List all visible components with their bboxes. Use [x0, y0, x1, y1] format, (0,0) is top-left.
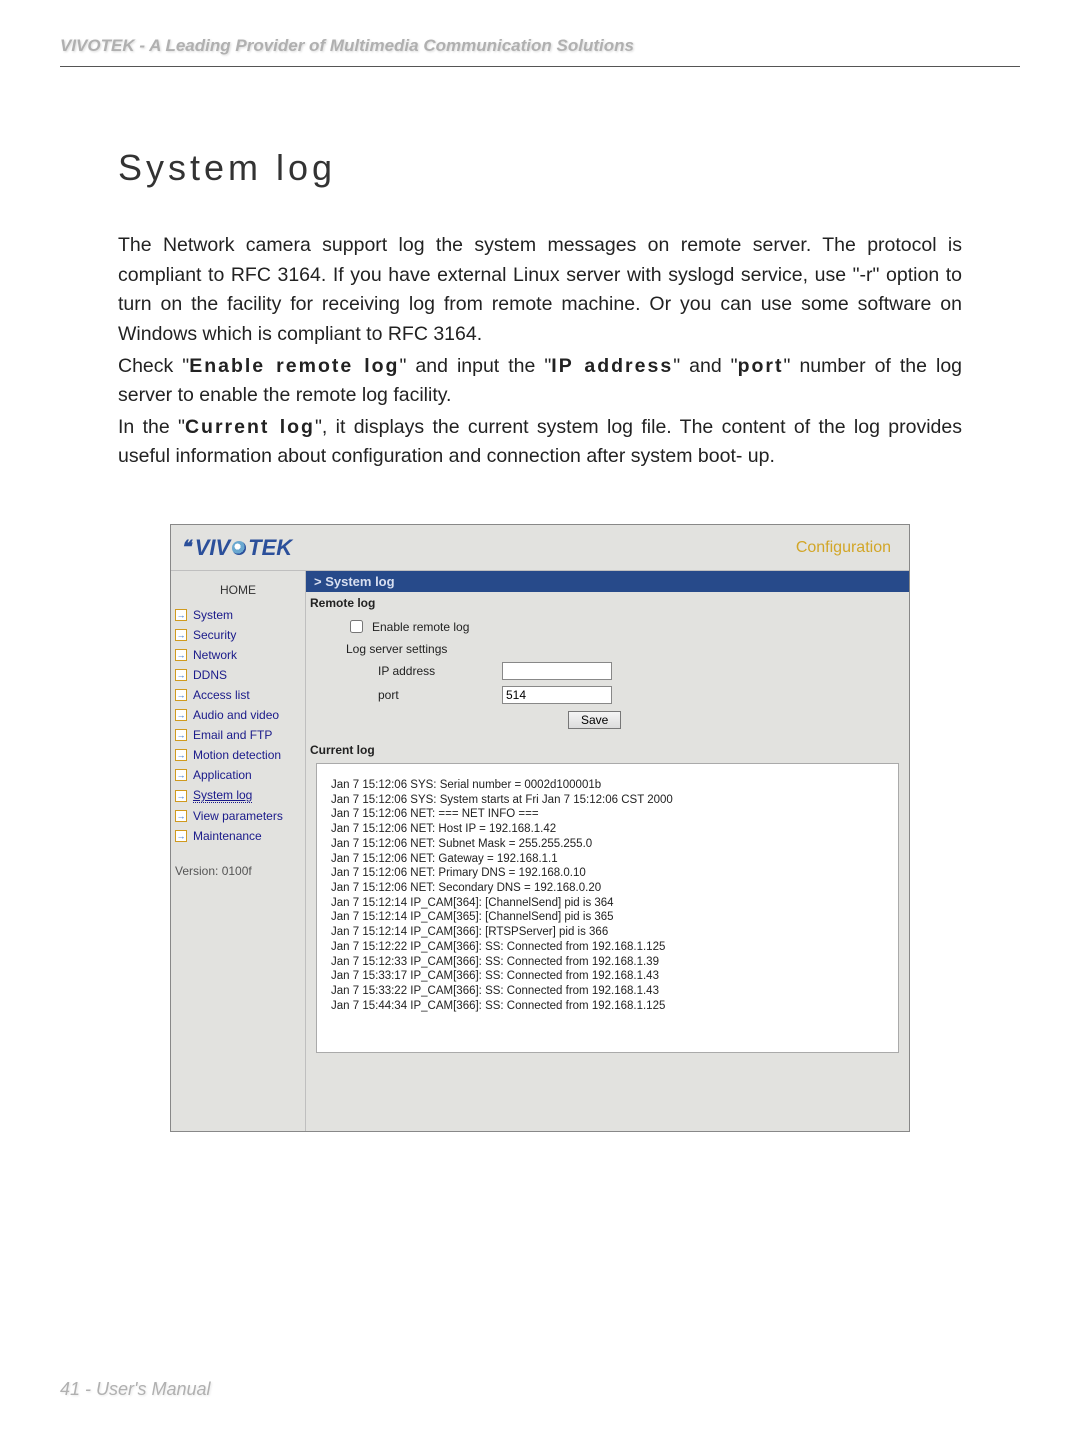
arrow-icon: → [175, 769, 187, 781]
sidebar-item-ddns[interactable]: →DDNS [171, 665, 305, 685]
arrow-icon: → [175, 669, 187, 681]
paragraph-1: The Network camera support log the syste… [118, 231, 962, 350]
arrow-icon: → [175, 810, 187, 822]
arrow-icon: → [175, 689, 187, 701]
eye-icon [232, 541, 246, 555]
sidebar: HOME →System →Security →Network →DDNS →A… [171, 571, 306, 1131]
doc-header: VIVOTEK - A Leading Provider of Multimed… [60, 36, 1020, 56]
enable-remote-log-label: Enable remote log [372, 620, 469, 634]
divider [60, 66, 1020, 67]
sidebar-item-view-parameters[interactable]: →View parameters [171, 806, 305, 826]
port-input[interactable] [502, 686, 612, 704]
home-link[interactable]: HOME [171, 575, 305, 605]
enable-remote-log-row: Enable remote log [346, 614, 909, 639]
sidebar-item-email-ftp[interactable]: →Email and FTP [171, 725, 305, 745]
sidebar-item-security[interactable]: →Security [171, 625, 305, 645]
ui-header: ❝ VIVTEK Configuration [171, 525, 909, 571]
sidebar-item-access-list[interactable]: →Access list [171, 685, 305, 705]
arrow-icon: → [175, 709, 187, 721]
arrow-icon: → [175, 629, 187, 641]
save-button[interactable]: Save [568, 711, 621, 729]
config-ui: ❝ VIVTEK Configuration HOME →System →Sec… [170, 524, 910, 1132]
paragraph-2: Check "Enable remote log" and input the … [118, 352, 962, 411]
arrow-icon: → [175, 790, 187, 802]
breadcrumb: > System log [306, 571, 909, 592]
sidebar-item-audio-video[interactable]: →Audio and video [171, 705, 305, 725]
ip-address-label: IP address [346, 664, 496, 678]
remote-log-heading: Remote log [306, 592, 909, 612]
sidebar-item-application[interactable]: →Application [171, 765, 305, 785]
paragraph-3: In the "Current log", it displays the cu… [118, 413, 962, 472]
arrow-icon: → [175, 729, 187, 741]
port-label: port [346, 688, 496, 702]
sidebar-item-network[interactable]: →Network [171, 645, 305, 665]
current-log-heading: Current log [306, 739, 909, 759]
leaf-icon: ❝ [181, 537, 191, 558]
ip-address-input[interactable] [502, 662, 612, 680]
enable-remote-log-checkbox[interactable] [350, 620, 363, 633]
configuration-label: Configuration [796, 539, 891, 557]
page-title: System log [118, 147, 962, 189]
arrow-icon: → [175, 649, 187, 661]
arrow-icon: → [175, 609, 187, 621]
version-text: Version: 0100f [171, 864, 305, 878]
sidebar-item-maintenance[interactable]: →Maintenance [171, 826, 305, 846]
log-output: Jan 7 15:12:06 SYS: Serial number = 0002… [316, 763, 899, 1053]
log-server-settings-label: Log server settings [346, 642, 447, 656]
main-panel: > System log Remote log Enable remote lo… [306, 571, 909, 1131]
sidebar-item-system-log[interactable]: →System log [171, 785, 305, 806]
vivotek-logo: ❝ VIVTEK [181, 535, 292, 561]
sidebar-item-system[interactable]: →System [171, 605, 305, 625]
body-text: The Network camera support log the syste… [118, 231, 962, 472]
sidebar-item-motion[interactable]: →Motion detection [171, 745, 305, 765]
page-footer: 41 - User's Manual [60, 1379, 211, 1400]
arrow-icon: → [175, 830, 187, 842]
arrow-icon: → [175, 749, 187, 761]
